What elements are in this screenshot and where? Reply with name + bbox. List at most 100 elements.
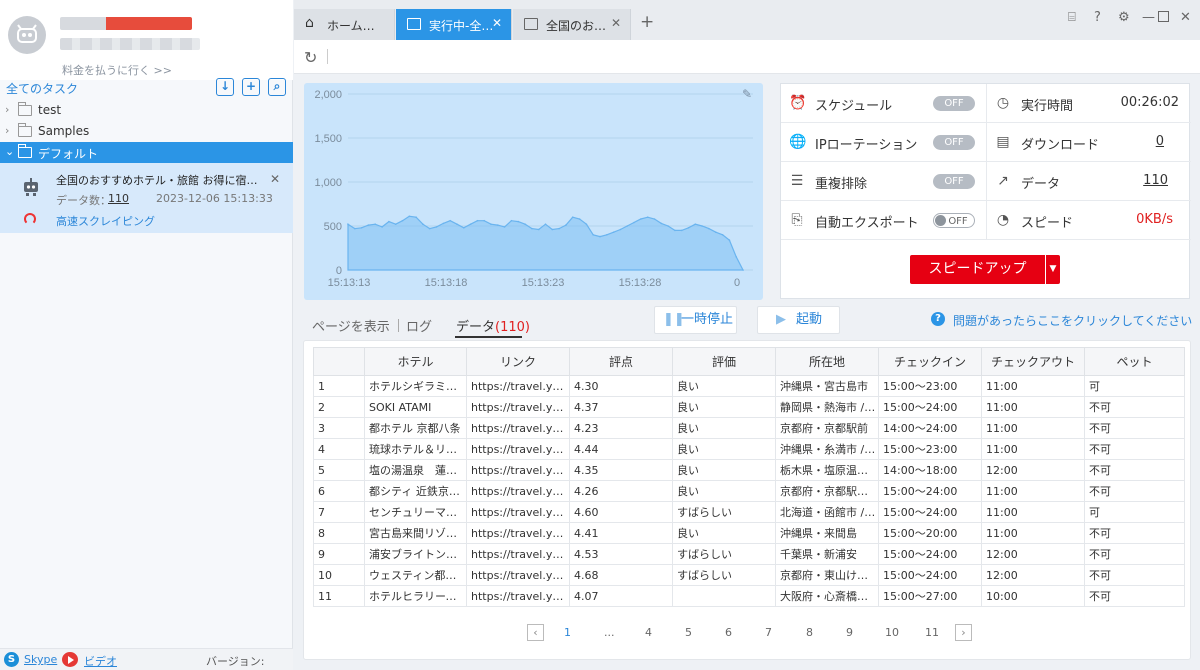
table-cell: 不可: [1084, 522, 1185, 544]
data-count-value[interactable]: 110: [108, 192, 129, 205]
column-header[interactable]: ペット: [1084, 347, 1185, 376]
x-tick-label: 15:13:28: [619, 277, 662, 289]
tab-page-view[interactable]: ページを表示: [312, 316, 390, 335]
page-1[interactable]: 1: [564, 626, 571, 639]
ip-rotation-toggle[interactable]: OFF: [933, 135, 975, 150]
pay-link[interactable]: 料金を払うに行く >>: [62, 62, 172, 78]
table-row[interactable]: 3都ホテル 京都八条https://travel.yahoo…4.23良い京都府…: [313, 417, 1185, 439]
y-tick-label: 2,000: [314, 89, 342, 101]
data-value[interactable]: 110: [1143, 173, 1168, 188]
dedupe-toggle[interactable]: OFF: [933, 174, 975, 189]
help-link[interactable]: 問題があったらここをクリックしてください: [953, 312, 1192, 329]
page-9[interactable]: 9: [846, 626, 853, 639]
tab-home[interactable]: ⌂ ホーム…: [294, 9, 395, 40]
folder-default[interactable]: ⌄ デフォルト: [0, 142, 293, 163]
gear-icon[interactable]: ⚙: [1118, 10, 1130, 25]
tab-data[interactable]: データ(110): [456, 316, 530, 335]
data-label: データ: [1021, 177, 1061, 192]
task-item[interactable]: 全国のおすすめホテル・旅館 お得に宿泊予… ✕ データ数： 110 2023-1…: [0, 163, 293, 233]
column-header[interactable]: チェックイン: [878, 347, 982, 376]
close-icon[interactable]: ✕: [611, 16, 621, 30]
page-ellipsis: ...: [604, 626, 615, 639]
table-row[interactable]: 6都シティ 近鉄京都…https://travel.yahoo…4.26良い京都…: [313, 480, 1185, 502]
skype-icon[interactable]: S: [4, 652, 19, 667]
start-button[interactable]: ▶ 起動: [757, 306, 840, 334]
video-link[interactable]: ビデオ: [84, 653, 117, 669]
close-window-icon[interactable]: ✕: [1180, 10, 1191, 25]
task-name[interactable]: 全国のおすすめホテル・旅館 お得に宿泊予…: [56, 172, 261, 188]
table-row[interactable]: 1ホテルシギラミラ…https://travel.yahoo…4.30良い沖縄県…: [313, 375, 1185, 397]
divider: [327, 49, 328, 64]
all-tasks-title[interactable]: 全てのタスク: [6, 80, 78, 97]
chart-point: [674, 229, 676, 232]
chart-point: [463, 227, 465, 229]
tab-task[interactable]: 全国のお… ✕: [513, 9, 631, 40]
add-tab-icon[interactable]: +: [640, 12, 654, 32]
help-circle-icon[interactable]: ?: [931, 312, 945, 326]
page-5[interactable]: 5: [685, 626, 692, 639]
column-header[interactable]: チェックアウト: [981, 347, 1085, 376]
edit-icon[interactable]: ✎: [742, 87, 752, 101]
table-row[interactable]: 5塩の湯温泉 蓮月…https://travel.yahoo…4.35良い栃木県…: [313, 459, 1185, 481]
folder-label: デフォルト: [38, 147, 99, 161]
youtube-icon[interactable]: [62, 652, 78, 667]
speed-up-button[interactable]: スピードアップ: [910, 255, 1045, 284]
page-4[interactable]: 4: [645, 626, 652, 639]
column-header[interactable]: [313, 347, 365, 376]
chart-point: [565, 224, 567, 226]
table-cell: 可: [1084, 501, 1185, 523]
download-row: ▤ ダウンロード 0: [986, 123, 1191, 162]
page-10[interactable]: 10: [885, 626, 899, 639]
run-time-row: ◷ 実行時間 00:26:02: [986, 84, 1191, 123]
column-header[interactable]: ホテル: [364, 347, 467, 376]
auto-export-toggle[interactable]: OFF: [933, 213, 975, 228]
import-icon[interactable]: ↓: [216, 78, 234, 96]
help-icon[interactable]: ?: [1094, 10, 1101, 25]
tab-running[interactable]: 実行中-全… ✕: [396, 9, 512, 40]
folder-samples[interactable]: › Samples: [0, 121, 293, 142]
pause-button[interactable]: ❚❚ 一時停止: [654, 306, 737, 334]
page-6[interactable]: 6: [725, 626, 732, 639]
search-task-icon[interactable]: ⌕: [268, 78, 286, 96]
schedule-toggle[interactable]: OFF: [933, 96, 975, 111]
folder-test[interactable]: › test: [0, 100, 293, 121]
add-task-icon[interactable]: +: [242, 78, 260, 96]
table-row[interactable]: 2SOKI ATAMIhttps://travel.yahoo…4.37良い静岡…: [313, 396, 1185, 418]
chart-point: [422, 223, 424, 225]
chevron-down-icon[interactable]: ▼: [1046, 255, 1060, 284]
avatar[interactable]: [8, 16, 46, 54]
page-7[interactable]: 7: [765, 626, 772, 639]
maximize-icon[interactable]: [1158, 11, 1169, 22]
close-icon[interactable]: ✕: [270, 172, 280, 186]
table-row[interactable]: 10ウェスティン都ホ…https://travel.yahoo…4.68すばらし…: [313, 564, 1185, 586]
chart-point: [626, 225, 628, 227]
page-11[interactable]: 11: [925, 626, 939, 639]
column-header[interactable]: 評点: [569, 347, 673, 376]
table-cell: 不可: [1084, 396, 1185, 418]
table-row[interactable]: 8宮古島来間リゾー…https://travel.yahoo…4.41良い沖縄県…: [313, 522, 1185, 544]
table-cell: 12:00: [981, 459, 1085, 481]
stats-panel: ⏰ スケジュール OFF ◷ 実行時間 00:26:02 🌐 IPローテーション…: [780, 83, 1191, 299]
robot-avatar-icon: [17, 24, 37, 43]
table-row[interactable]: 9浦安ブライトンホ…https://travel.yahoo…4.53すばらしい…: [313, 543, 1185, 565]
table-row[interactable]: 7センチュリーマリ…https://travel.yahoo…4.60すばらしい…: [313, 501, 1185, 523]
prev-page-button[interactable]: ‹: [527, 624, 544, 641]
page-8[interactable]: 8: [806, 626, 813, 639]
tab-log[interactable]: ログ: [406, 316, 432, 335]
column-header[interactable]: リンク: [466, 347, 570, 376]
refresh-icon[interactable]: ↻: [304, 48, 317, 67]
close-icon[interactable]: ✕: [492, 16, 502, 30]
skype-link[interactable]: Skype: [24, 653, 57, 666]
x-end-label: 0: [734, 277, 740, 289]
gift-icon[interactable]: ⌸: [1068, 10, 1076, 25]
minimize-icon[interactable]: —: [1142, 10, 1155, 25]
next-page-button[interactable]: ›: [955, 624, 972, 641]
table-row[interactable]: 11ホテルヒラリーズ…https://travel.yahoo…4.07 大阪府・…: [313, 585, 1185, 607]
table-cell: https://travel.yahoo…: [466, 543, 570, 565]
table-cell: https://travel.yahoo…: [466, 417, 570, 439]
column-header[interactable]: 所在地: [775, 347, 879, 376]
download-value[interactable]: 0: [1156, 134, 1164, 149]
table-row[interactable]: 4琉球ホテル＆リゾ…https://travel.yahoo…4.44良い沖縄県…: [313, 438, 1185, 460]
data-row: ↗ データ 110: [986, 162, 1191, 201]
column-header[interactable]: 評価: [672, 347, 776, 376]
